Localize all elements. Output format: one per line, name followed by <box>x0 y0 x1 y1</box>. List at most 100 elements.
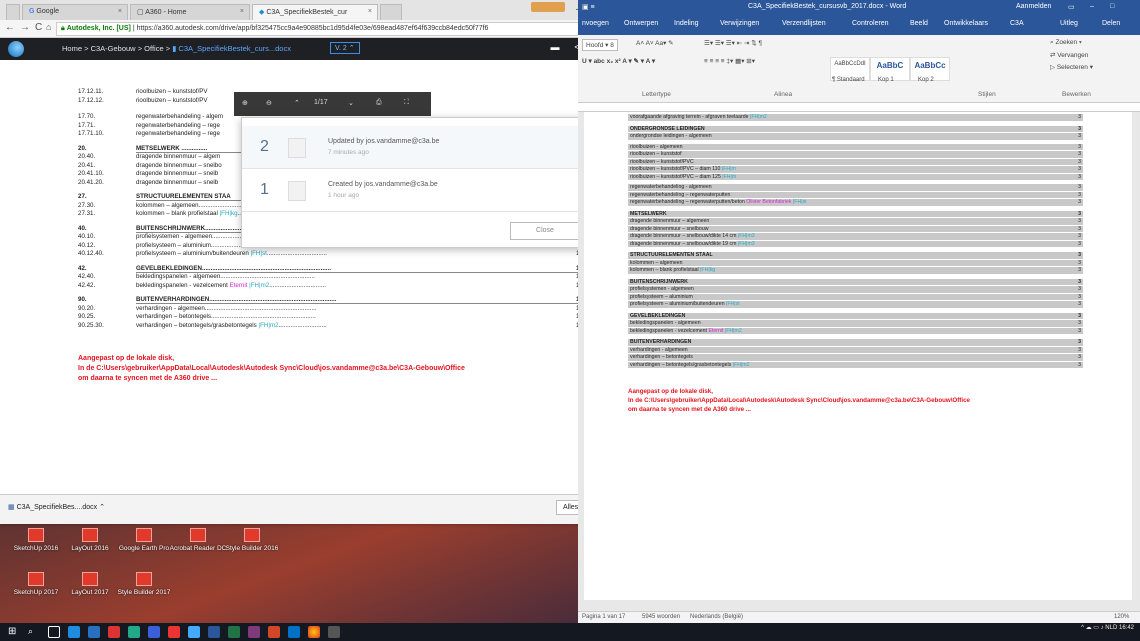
desktop-icon[interactable]: Style Builder 2017 <box>114 572 174 596</box>
forward-icon[interactable]: → <box>20 22 30 33</box>
breadcrumb-folder[interactable]: Office <box>144 44 163 53</box>
toc-code: 90.20. <box>78 304 96 312</box>
unit-tag: |FH|m3 <box>737 240 755 247</box>
excel-icon[interactable] <box>228 626 240 638</box>
powerpoint-icon[interactable] <box>268 626 280 638</box>
signin-link[interactable]: Aanmelden <box>1016 3 1051 10</box>
desktop-icon[interactable]: SketchUp 2017 <box>6 572 66 596</box>
ruler[interactable] <box>578 103 1140 112</box>
ribbon-tab[interactable]: Verzendlijsten <box>782 20 826 27</box>
zoom-level[interactable]: 120% <box>1114 614 1129 620</box>
explorer-icon[interactable] <box>88 626 100 638</box>
ribbon-tab[interactable]: Beeld <box>910 20 928 27</box>
a360-icon: ◆ <box>259 9 265 16</box>
font-size-icons[interactable]: A˄ A˅ Aa▾ ✎ <box>636 39 674 47</box>
maximize-icon[interactable]: □ <box>1110 3 1114 10</box>
breadcrumb-folder[interactable]: C3A-Gebouw <box>91 44 136 53</box>
task-view-icon[interactable] <box>48 626 60 638</box>
word-window: ▣ ≡ C3A_SpecifiekBestek_cursusvb_2017.do… <box>578 0 1140 623</box>
font-name-select[interactable]: Hoofd ▾ 8 <box>582 39 618 51</box>
app-icon[interactable] <box>328 626 340 638</box>
ribbon-tab[interactable]: Ontwikkelaars <box>944 20 988 27</box>
list-icons[interactable]: ☰▾ ☰▾ ☰▾ ⇤ ⇥ ⇅ ¶ <box>704 39 762 47</box>
version-item[interactable]: 2 Updated by jos.vandamme@c3a.be 7 minut… <box>242 126 597 169</box>
zoom-in-icon[interactable]: ⊕ <box>242 99 248 107</box>
ribbon-tab[interactable]: Indeling <box>674 20 699 27</box>
app-icon[interactable] <box>188 626 200 638</box>
tab-google[interactable]: G Google × <box>22 4 128 20</box>
system-tray[interactable]: ^ ☁ ▭ ♪ NLD 16:42 <box>1081 624 1134 632</box>
address-bar-row: ← → C ⌂ 🔒︎ Autodesk, Inc. [US] | https:/… <box>0 20 647 38</box>
tab-strip: G Google × ▢ A360 - Home × ◆ C3A_Specifiek… <box>0 0 647 20</box>
toc-row: dragende binnenmuur – snelbouw/dikte 14 … <box>628 233 1083 240</box>
desktop-icon[interactable]: Acrobat Reader DC <box>168 528 228 552</box>
windows-start-icon[interactable]: ⊞ <box>8 626 20 638</box>
unit-tag: |FH|m2 <box>258 321 279 329</box>
user-badge[interactable] <box>531 2 565 12</box>
download-item[interactable]: ▦ C3A_SpecifiekBes....docx ⌃ <box>8 503 105 511</box>
sketchup-icon[interactable] <box>108 626 120 638</box>
app-icon[interactable] <box>128 626 140 638</box>
breadcrumb-file[interactable]: C3A_SpecifiekBestek_curs...docx <box>178 44 291 53</box>
ribbon-tab[interactable]: Uitleg <box>1060 20 1078 27</box>
autocad-icon[interactable] <box>168 626 180 638</box>
breadcrumb-home[interactable]: Home <box>62 44 82 53</box>
blank-tab[interactable] <box>6 4 20 20</box>
reload-icon[interactable]: C <box>35 22 42 33</box>
previous-page-icon[interactable]: ⌃ <box>294 99 300 107</box>
language-status[interactable]: Nederlands (België) <box>690 614 743 620</box>
toc-row: dragende binnenmuur – snelbouw/dikte 19 … <box>628 240 1083 247</box>
find-button[interactable]: ⌕ Zoeken ▾ <box>1050 39 1082 47</box>
select-button[interactable]: ▷ Selecteren ▾ <box>1050 63 1093 71</box>
close-icon[interactable]: × <box>118 8 122 15</box>
toc-row: bekledingspanelen - vezelcement Eternit … <box>628 327 1083 334</box>
next-page-icon[interactable]: ⌄ <box>348 99 354 107</box>
search-icon[interactable]: ⌕ <box>28 626 40 638</box>
edge-icon[interactable] <box>68 626 80 638</box>
fullscreen-icon[interactable]: ⛶ <box>404 99 409 107</box>
outlook-icon[interactable] <box>288 626 300 638</box>
ribbon-tab[interactable]: Delen <box>1102 20 1120 27</box>
back-icon[interactable]: ← <box>5 22 15 33</box>
ribbon-tab[interactable]: Controleren <box>852 20 889 27</box>
comment-icon[interactable]: ▬ <box>548 42 562 55</box>
ribbon-tab[interactable]: Verwijzingen <box>720 20 759 27</box>
close-icon[interactable]: × <box>368 8 372 15</box>
ribbon-tab[interactable]: Ontwerpen <box>624 20 658 27</box>
version-author: Created by jos.vandamme@c3a.be <box>328 181 438 188</box>
version-dropdown[interactable]: V. 2 ⌃ <box>330 42 360 54</box>
home-icon[interactable]: ⌂ <box>46 22 51 32</box>
new-tab-button[interactable] <box>380 4 402 20</box>
replace-button[interactable]: ⇄ Vervangen <box>1050 51 1088 59</box>
desktop-icon[interactable]: LayOut 2017 <box>60 572 120 596</box>
align-icons[interactable]: ≡ ≡ ≡ ≡ ‡▾ ▦▾ ⊞▾ <box>704 57 755 65</box>
tab-a360-home[interactable]: ▢ A360 - Home × <box>130 4 250 20</box>
minimize-icon[interactable]: – <box>1090 3 1094 10</box>
print-icon[interactable]: ⎙ <box>376 99 382 107</box>
desktop-icon[interactable]: Google Earth Pro <box>114 528 174 552</box>
toc-page: 3 <box>1078 320 1081 326</box>
ribbon-tab[interactable]: C3A <box>1010 20 1024 27</box>
word-count[interactable]: 5945 woorden <box>642 614 680 620</box>
close-button[interactable]: Close <box>510 222 580 240</box>
desktop-icon[interactable]: LayOut 2016 <box>60 528 120 552</box>
version-item[interactable]: 1 Created by jos.vandamme@c3a.be 1 hour … <box>242 169 597 212</box>
page-status[interactable]: Pagina 1 van 17 <box>582 614 625 620</box>
ribbon-display-icon[interactable]: ▭ <box>1068 3 1075 11</box>
save-icon[interactable]: ▣ ≡ <box>582 3 595 11</box>
url-input[interactable]: 🔒︎ Autodesk, Inc. [US] | https://a360.au… <box>56 22 612 36</box>
close-icon[interactable]: × <box>240 8 244 15</box>
ribbon-tab[interactable]: nvoegen <box>582 20 609 27</box>
note-line-3: om daarna te syncen met de A360 drive ..… <box>78 375 218 382</box>
format-icons[interactable]: U ▾ abc x₂ x² A ▾ ✎ ▾ A ▾ <box>582 57 655 65</box>
word-icon[interactable] <box>208 626 220 638</box>
desktop-icon[interactable]: SketchUp 2016 <box>6 528 66 552</box>
word-page[interactable]: voorafgaande afgraving terrein - afgrave… <box>584 112 1132 600</box>
onenote-icon[interactable] <box>248 626 260 638</box>
tab-c3a[interactable]: ◆ C3A_SpecifiekBestek_cur × <box>252 4 378 20</box>
chrome-icon[interactable] <box>308 626 320 638</box>
revit-icon[interactable] <box>148 626 160 638</box>
a360-logo-icon[interactable] <box>8 41 24 57</box>
zoom-out-icon[interactable]: ⊖ <box>266 99 272 107</box>
desktop-icon[interactable]: Style Builder 2016 <box>222 528 282 552</box>
